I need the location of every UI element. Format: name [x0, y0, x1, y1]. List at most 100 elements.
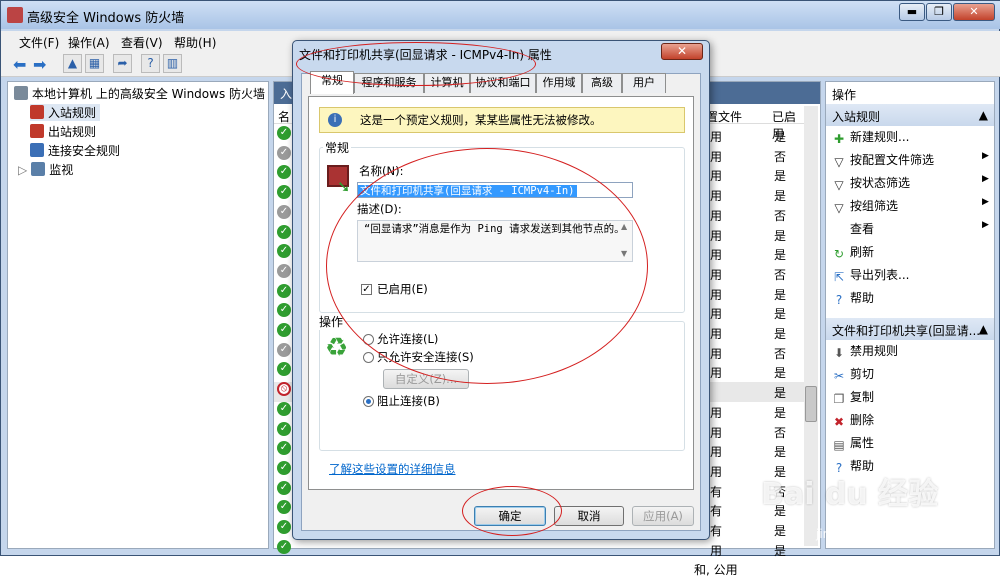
action-item[interactable]: ▽ 按组筛选 ▶	[832, 197, 989, 215]
row-profile: 用	[710, 208, 723, 223]
dialog-close-button[interactable]: ✕	[661, 43, 703, 60]
menu-view[interactable]: 查看(V)	[121, 34, 163, 51]
action-item[interactable]: ✚ 新建规则...	[832, 128, 909, 146]
action-item[interactable]: ↻ 刷新	[832, 243, 874, 261]
tab-advanced[interactable]: 高级	[582, 73, 622, 93]
allow-rule-icon: ✓	[277, 539, 291, 554]
action-item[interactable]: ▽ 按状态筛选 ▶	[832, 174, 989, 192]
maximize-button[interactable]: ❐	[926, 3, 952, 21]
row-profile: 用	[710, 287, 723, 302]
properties-icon: ▤	[833, 438, 845, 452]
allow-rule-icon: ✓	[277, 303, 291, 318]
tree-item-connection-security[interactable]: 连接安全规则	[30, 142, 120, 159]
table-row[interactable]: ✓ 用 是	[274, 539, 804, 560]
watermark-brand: Bai du 经验	[761, 477, 939, 512]
col-name-header[interactable]: 名	[278, 108, 290, 125]
submenu-arrow-icon: ▶	[982, 220, 989, 230]
minimize-button[interactable]: ▬	[899, 3, 925, 21]
section-label: 文件和打印机共享(回显请...	[832, 324, 981, 338]
tab-scope[interactable]: 作用域	[536, 73, 582, 93]
allow-arrow-icon: ➘	[337, 177, 351, 196]
tree-item-inbound[interactable]: 入站规则	[30, 104, 101, 121]
block-radio[interactable]	[363, 396, 374, 407]
row-profile: 用	[710, 543, 723, 558]
export-icon[interactable]: ➦	[113, 54, 132, 73]
actions-section-inbound[interactable]: 入站规则 ▲	[826, 104, 994, 126]
up-folder-icon[interactable]: ▲	[63, 54, 82, 73]
scroll-thumb[interactable]	[805, 386, 817, 422]
title-bar[interactable]: 高级安全 Windows 防火墙 ▬ ❐ ✕	[1, 1, 1000, 29]
allow-rule-icon: ✓	[277, 165, 291, 180]
learn-more-link[interactable]: 了解这些设置的详细信息	[329, 461, 456, 477]
menu-help[interactable]: 帮助(H)	[174, 34, 216, 51]
section-label: 入站规则	[832, 110, 881, 124]
row-enabled: 否	[774, 149, 787, 164]
row-enabled: 是	[774, 307, 787, 322]
action-item[interactable]: ❐ 复制	[832, 388, 874, 406]
row-profile: 有	[710, 504, 723, 519]
action-label: 导出列表...	[850, 268, 910, 282]
tree-root[interactable]: 本地计算机 上的高级安全 Windows 防火墙	[14, 85, 265, 102]
tree-item-label: 出站规则	[48, 125, 97, 139]
allow-rule-icon: ✓	[277, 441, 291, 456]
allow-secure-radio[interactable]	[363, 352, 374, 363]
action-item[interactable]: 查看 ▶	[832, 220, 989, 237]
close-button[interactable]: ✕	[953, 3, 995, 21]
row-profile: 用	[710, 425, 723, 440]
collapse-icon[interactable]: ▲	[979, 322, 988, 336]
refresh-arrows-icon: ♻	[325, 333, 349, 363]
cancel-button[interactable]: 取消	[554, 506, 624, 526]
row-enabled: 是	[774, 228, 787, 243]
action-item[interactable]: ▽ 按配置文件筛选 ▶	[832, 151, 989, 169]
actions-section-rule[interactable]: 文件和打印机共享(回显请... ▲	[826, 318, 994, 340]
general-group-label: 常规	[323, 139, 352, 156]
annotation-oval-content	[326, 148, 648, 384]
action-item[interactable]: ? 帮助	[832, 289, 874, 307]
new-rule-icon: ✚	[833, 132, 845, 146]
menu-action[interactable]: 操作(A)	[68, 34, 110, 51]
forward-arrow-icon[interactable]: ➡	[33, 55, 46, 74]
apply-button[interactable]: 应用(A)	[632, 506, 694, 526]
action-item[interactable]: ⬇ 禁用规则	[832, 342, 898, 360]
tree-item-monitor[interactable]: ▷ 监视	[18, 161, 73, 178]
row-profile: 用	[710, 405, 723, 420]
action-item[interactable]: ▤ 属性	[832, 434, 874, 452]
action-label: 帮助	[850, 291, 875, 305]
allow-rule-icon: ✓	[277, 421, 291, 436]
row-enabled: 否	[774, 208, 787, 223]
tree-item-label: 监视	[49, 163, 74, 177]
expand-arrow-icon[interactable]: ▷	[18, 163, 27, 177]
row-enabled: 是	[774, 543, 787, 558]
action-label: 新建规则...	[850, 130, 910, 144]
submenu-arrow-icon: ▶	[982, 174, 989, 184]
menu-file[interactable]: 文件(F)	[19, 34, 59, 51]
back-arrow-icon[interactable]: ⬅	[13, 55, 26, 74]
tab-users[interactable]: 用户	[622, 73, 666, 93]
show-hide-tree-icon[interactable]: ▦	[85, 54, 104, 73]
view-icon	[832, 221, 846, 235]
list-title: 入	[280, 87, 293, 101]
row-enabled: 是	[774, 248, 787, 263]
disable-rule-icon: ⬇	[833, 346, 845, 360]
row-enabled: 是	[774, 445, 787, 460]
row-profile: 和, 公用	[694, 563, 738, 578]
firewall-app-icon	[7, 7, 23, 23]
row-enabled: 是	[774, 524, 787, 538]
cut-icon: ✂	[833, 369, 845, 383]
help-icon[interactable]: ?	[141, 54, 160, 73]
filter-icon: ▽	[834, 178, 844, 192]
help-icon: ?	[835, 293, 843, 307]
action-label: 按状态筛选	[850, 176, 911, 190]
tree-item-outbound[interactable]: 出站规则	[30, 123, 96, 140]
action-item[interactable]: ✖ 删除	[832, 411, 874, 429]
action-label: 按配置文件筛选	[850, 153, 935, 167]
submenu-arrow-icon: ▶	[982, 197, 989, 207]
collapse-icon[interactable]: ▲	[979, 108, 988, 122]
row-profile: 用	[710, 248, 723, 263]
action-item[interactable]: ⇱ 导出列表...	[832, 266, 909, 284]
col-profile-header[interactable]: 置文件	[706, 108, 742, 125]
action-item[interactable]: ✂ 剪切	[832, 365, 874, 383]
action-pane-icon[interactable]: ▥	[163, 54, 182, 73]
row-profile: 用	[710, 130, 723, 144]
computer-firewall-icon	[14, 86, 28, 100]
